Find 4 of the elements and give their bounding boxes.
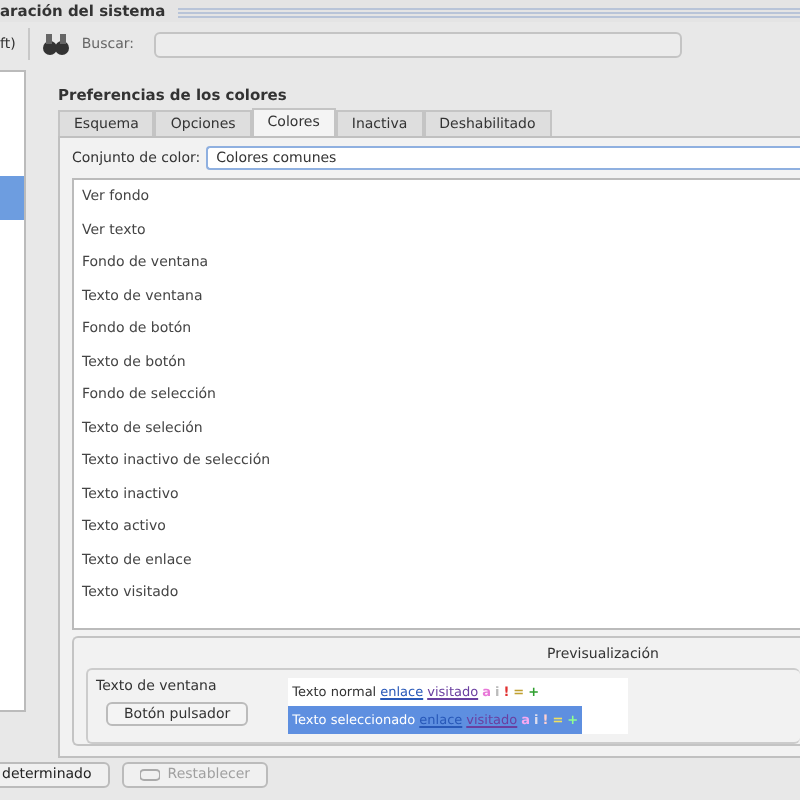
reset-icon <box>139 767 160 781</box>
search-field[interactable] <box>153 31 682 57</box>
binoculars-icon <box>41 32 70 56</box>
sidebar-item[interactable] <box>0 176 24 220</box>
